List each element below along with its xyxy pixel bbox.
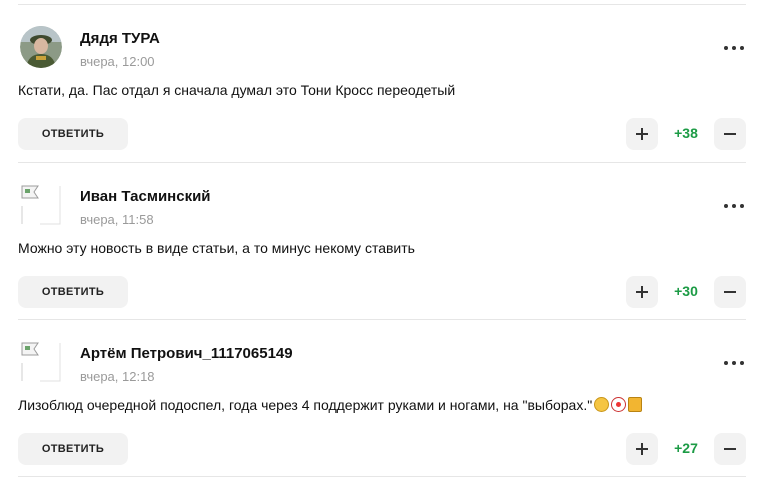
downvote-button[interactable]	[714, 118, 746, 150]
user-photo-icon	[20, 26, 62, 68]
downvote-button[interactable]	[714, 433, 746, 465]
comment-score: +27	[674, 440, 698, 456]
reply-button[interactable]: ОТВЕТИТЬ	[18, 118, 128, 150]
upvote-button[interactable]	[626, 433, 658, 465]
author-name[interactable]: Иван Тасминский	[80, 188, 211, 205]
comment-time: вчера, 11:58	[80, 212, 154, 227]
upvote-button[interactable]	[626, 118, 658, 150]
reply-button[interactable]: ОТВЕТИТЬ	[18, 433, 128, 465]
broken-image-icon	[21, 342, 61, 382]
minus-icon	[724, 448, 736, 450]
comment-item: Иван Тасминский вчера, 11:58 Можно эту н…	[0, 162, 768, 320]
more-options-icon[interactable]	[722, 42, 746, 54]
reply-button[interactable]: ОТВЕТИТЬ	[18, 276, 128, 308]
more-options-icon[interactable]	[722, 357, 746, 369]
comment-text-line: Лизоблюд очередной подоспел, года через …	[18, 397, 643, 413]
comment-text: Можно эту новость в виде статьи, а то ми…	[18, 240, 415, 256]
avatar[interactable]	[20, 341, 62, 383]
comment-score: +30	[674, 283, 698, 299]
comment-text: Кстати, да. Пас отдал я сначала думал эт…	[18, 82, 456, 98]
smirk-emoji-icon	[594, 397, 610, 412]
downvote-button[interactable]	[714, 276, 746, 308]
comment-time: вчера, 12:00	[80, 54, 155, 69]
minus-icon	[724, 291, 736, 293]
thumbs-down-emoji-icon	[628, 397, 643, 412]
comment-score: +38	[674, 125, 698, 141]
minus-icon	[724, 133, 736, 135]
separator	[18, 476, 746, 477]
avatar[interactable]	[20, 26, 62, 68]
clown-emoji-icon	[611, 397, 627, 412]
comment-time: вчера, 12:18	[80, 369, 155, 384]
comment-item: Артём Петрович_1117065149 вчера, 12:18 Л…	[0, 319, 768, 477]
avatar[interactable]	[20, 184, 62, 226]
comment-text: Лизоблюд очередной подоспел, года через …	[18, 397, 593, 413]
comment-item: Дядя ТУРА вчера, 12:00 Кстати, да. Пас о…	[0, 4, 768, 162]
more-options-icon[interactable]	[722, 200, 746, 212]
author-name[interactable]: Артём Петрович_1117065149	[80, 345, 293, 362]
upvote-button[interactable]	[626, 276, 658, 308]
author-name[interactable]: Дядя ТУРА	[80, 30, 160, 47]
broken-image-icon	[21, 185, 61, 225]
